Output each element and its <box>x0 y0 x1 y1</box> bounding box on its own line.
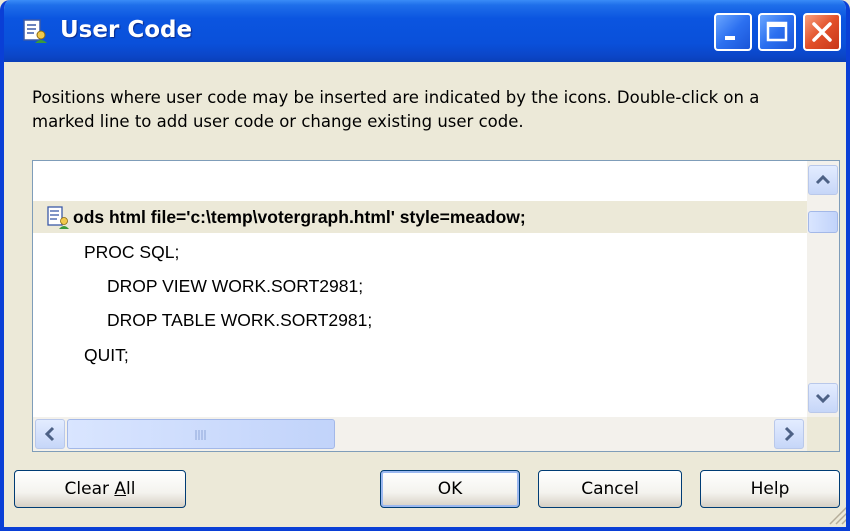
user-code-icon <box>23 19 47 43</box>
code-line-1[interactable]: ods html file='c:\temp\votergraph.html' … <box>33 201 807 233</box>
code-line-text: ods html file='c:\temp\votergraph.html' … <box>73 207 526 227</box>
user-code-marker-icon <box>47 206 69 229</box>
cancel-button[interactable]: Cancel <box>538 470 682 508</box>
horizontal-scroll-thumb[interactable] <box>67 419 335 449</box>
vertical-scrollbar[interactable] <box>807 161 839 417</box>
code-line-text: QUIT; <box>84 345 129 365</box>
horizontal-scrollbar[interactable] <box>33 417 807 451</box>
scroll-up-button[interactable] <box>808 165 838 195</box>
code-listing[interactable]: ods html file='c:\temp\votergraph.html' … <box>32 160 840 452</box>
scrollbar-corner <box>807 417 839 451</box>
scroll-down-button[interactable] <box>808 383 838 413</box>
chevron-left-icon <box>44 426 55 442</box>
code-line-text: PROC SQL; <box>84 242 180 262</box>
maximize-button[interactable] <box>758 13 796 51</box>
code-line-text: DROP VIEW WORK.SORT2981; <box>107 276 364 296</box>
vertical-scroll-thumb[interactable] <box>808 211 838 233</box>
minimize-button[interactable] <box>714 13 752 51</box>
code-line-5[interactable]: QUIT; <box>33 339 807 371</box>
code-line-3[interactable]: DROP VIEW WORK.SORT2981; <box>33 270 807 302</box>
title-bar[interactable]: User Code <box>4 0 846 62</box>
scroll-left-button[interactable] <box>35 419 65 449</box>
ok-button[interactable]: OK <box>380 470 520 508</box>
clear-all-label-suffix: ll <box>126 479 136 499</box>
close-button[interactable] <box>803 13 841 51</box>
window-title: User Code <box>60 17 193 43</box>
clear-all-label-prefix: Clear <box>64 479 115 499</box>
chevron-right-icon <box>784 426 795 442</box>
code-line-2[interactable]: PROC SQL; <box>33 236 807 268</box>
code-line-text: DROP TABLE WORK.SORT2981; <box>107 310 373 330</box>
chevron-up-icon <box>815 174 831 185</box>
close-icon <box>812 22 832 42</box>
chevron-down-icon <box>815 393 831 404</box>
help-button[interactable]: Help <box>700 470 840 508</box>
code-area[interactable]: ods html file='c:\temp\votergraph.html' … <box>33 161 807 417</box>
minimize-icon <box>725 36 735 40</box>
clear-all-accelerator: A <box>114 479 127 499</box>
grip-lines-icon <box>195 430 206 440</box>
instructions-text: Positions where user code may be inserte… <box>32 88 760 131</box>
maximize-icon <box>766 21 788 42</box>
resize-grip-icon[interactable] <box>824 500 850 526</box>
code-line-4[interactable]: DROP TABLE WORK.SORT2981; <box>33 304 807 336</box>
clear-all-button[interactable]: Clear All <box>14 470 186 508</box>
user-code-dialog: User Code Positions where user code may … <box>0 0 850 531</box>
scroll-right-button[interactable] <box>774 419 804 449</box>
